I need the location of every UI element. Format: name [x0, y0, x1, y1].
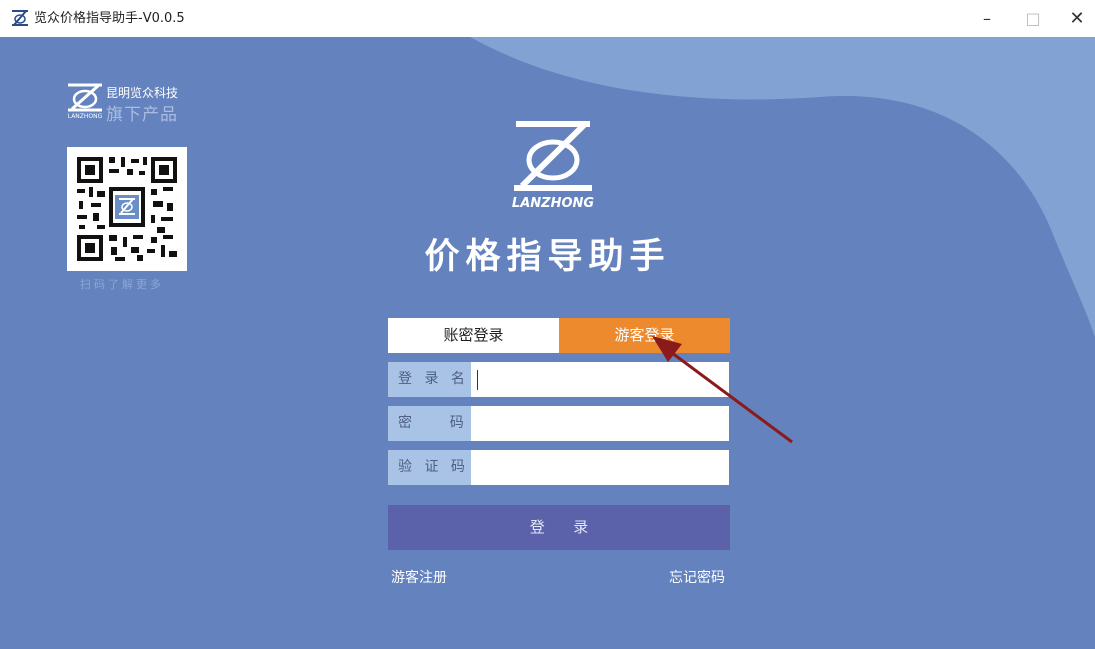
maximize-button[interactable]: □	[1010, 0, 1056, 37]
username-row: 登 录 名	[388, 362, 729, 397]
brand-subtitle: 旗下产品	[106, 105, 178, 125]
app-logo-icon	[12, 10, 28, 26]
captcha-input[interactable]	[471, 450, 729, 485]
title-bar: 览众价格指导助手-V0.0.5 – □ ✕	[0, 0, 1095, 37]
brand-logo-icon: LANZHONG	[68, 83, 103, 120]
captcha-label: 验 证 码	[388, 450, 471, 485]
brand-company: 昆明览众科技	[106, 86, 179, 100]
forgot-password-link[interactable]: 忘记密码	[669, 567, 725, 587]
close-button[interactable]: ✕	[1054, 0, 1095, 37]
app-title: 价格指导助手	[424, 237, 671, 277]
login-button[interactable]: 登 录	[388, 505, 730, 550]
username-label: 登 录 名	[388, 362, 471, 397]
password-row: 密 码	[388, 406, 729, 441]
window-title: 览众价格指导助手-V0.0.5	[34, 11, 185, 26]
password-input[interactable]	[471, 406, 729, 441]
tab-account-login[interactable]: 账密登录	[388, 318, 559, 353]
main-logo-text: LANZHONG	[512, 196, 594, 211]
text-cursor	[477, 370, 478, 390]
captcha-row: 验 证 码	[388, 450, 729, 485]
tab-guest-login[interactable]: 游客登录	[559, 318, 730, 353]
brand-block: LANZHONG 昆明览众科技 旗下产品	[66, 82, 196, 125]
app-window: 览众价格指导助手-V0.0.5 – □ ✕ LANZHONG 昆明览众科技 旗下…	[0, 0, 1095, 649]
lanzhong-logo-icon: LANZHONG	[512, 121, 594, 211]
register-link[interactable]: 游客注册	[391, 567, 447, 587]
username-input[interactable]	[471, 362, 729, 397]
minimize-button[interactable]: –	[964, 0, 1010, 37]
password-label: 密 码	[388, 406, 471, 441]
brand-logo-text: LANZHONG	[68, 113, 103, 120]
